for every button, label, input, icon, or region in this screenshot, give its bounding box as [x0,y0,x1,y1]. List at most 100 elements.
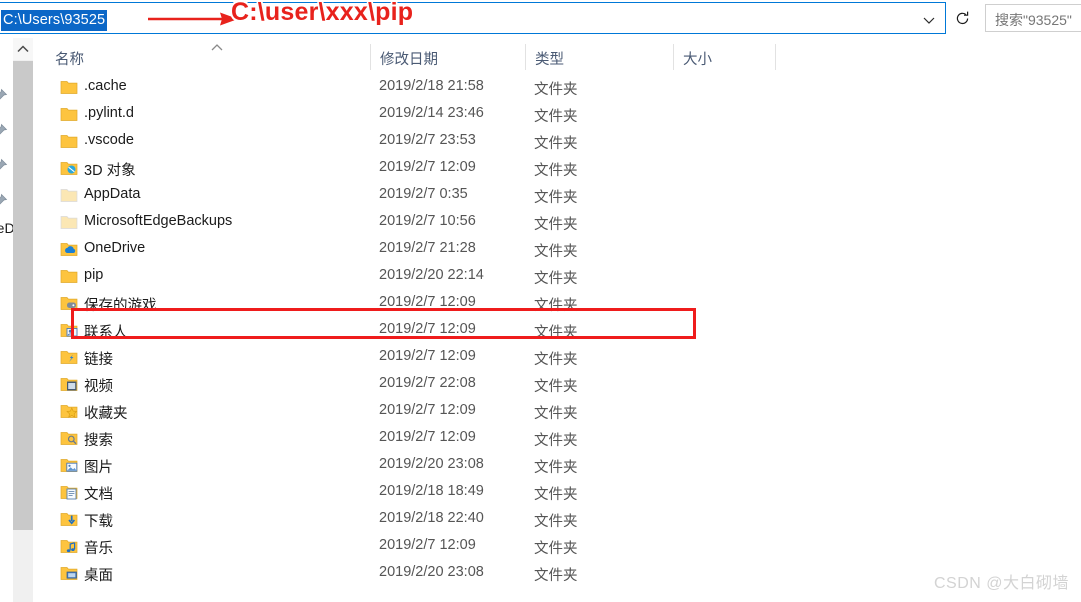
pin-icon[interactable] [0,193,8,209]
table-row[interactable]: 搜索 2019/2/7 12:09 文件夹 [34,425,1081,452]
folder-documents-icon [60,484,78,501]
file-modified-date: 2019/2/7 12:09 [379,348,476,364]
file-name[interactable]: AppData [84,186,140,202]
table-row[interactable]: 下载 2019/2/18 22:40 文件夹 [34,506,1081,533]
folder-videos-icon [60,376,78,393]
file-name[interactable]: 音乐 [84,537,113,558]
file-name[interactable]: .cache [84,78,127,94]
file-type: 文件夹 [534,541,578,557]
folder-desktop-icon [60,565,78,582]
folder-3d-objects-icon [60,160,78,177]
table-row[interactable]: 图片 2019/2/20 23:08 文件夹 [34,452,1081,479]
file-name[interactable]: 保存的游戏 [84,294,157,315]
folder-icon [60,268,78,285]
folder-icon [60,79,78,96]
sidebar-item-onedrive[interactable]: OneDrive [0,220,13,236]
table-row[interactable]: .pylint.d 2019/2/14 23:46 文件夹 [34,101,1081,128]
file-modified-date: 2019/2/7 12:09 [379,159,476,175]
table-row[interactable]: 音乐 2019/2/7 12:09 文件夹 [34,533,1081,560]
folder-saved-games-icon [60,295,78,312]
table-row[interactable]: pip 2019/2/20 22:14 文件夹 [34,263,1081,290]
folder-searches-icon [60,430,78,447]
column-header-modified[interactable]: 修改日期 [380,48,438,69]
file-name[interactable]: 搜索 [84,429,113,450]
table-row[interactable]: 3D 对象 2019/2/7 12:09 文件夹 [34,155,1081,182]
folder-favorites-icon [60,403,78,420]
table-row[interactable]: MicrosoftEdgeBackups 2019/2/7 10:56 文件夹 [34,209,1081,236]
file-type: 文件夹 [534,487,578,503]
column-divider[interactable] [370,44,371,70]
column-divider[interactable] [525,44,526,70]
table-row[interactable]: OneDrive 2019/2/7 21:28 文件夹 [34,236,1081,263]
column-divider[interactable] [775,44,776,70]
table-row[interactable]: 保存的游戏 2019/2/7 12:09 文件夹 [34,290,1081,317]
file-type: 文件夹 [534,298,578,314]
table-row[interactable]: 桌面 2019/2/20 23:08 文件夹 [34,560,1081,587]
folder-contacts-icon [60,322,78,339]
file-name[interactable]: 视频 [84,375,113,396]
chevron-up-icon[interactable] [13,38,33,60]
file-type: 文件夹 [534,190,578,206]
table-row[interactable]: .cache 2019/2/18 21:58 文件夹 [34,74,1081,101]
table-row[interactable]: 链接 2019/2/7 12:09 文件夹 [34,344,1081,371]
file-type: 文件夹 [534,271,578,287]
file-name[interactable]: MicrosoftEdgeBackups [84,213,232,229]
file-name[interactable]: 收藏夹 [84,402,128,423]
file-type: 文件夹 [534,352,578,368]
file-modified-date: 2019/2/7 23:53 [379,132,476,148]
file-modified-date: 2019/2/7 21:28 [379,240,476,256]
file-name[interactable]: 3D 对象 [84,159,136,180]
column-header-name[interactable]: 名称 [55,48,84,69]
vertical-scrollbar[interactable] [13,38,33,602]
file-type: 文件夹 [534,217,578,233]
folder-onedrive-icon [60,241,78,258]
file-modified-date: 2019/2/7 12:09 [379,402,476,418]
file-name[interactable]: 文档 [84,483,113,504]
file-type: 文件夹 [534,82,578,98]
file-name[interactable]: 下载 [84,510,113,531]
column-header-type[interactable]: 类型 [535,48,564,69]
column-header-size[interactable]: 大小 [683,48,712,69]
file-type: 文件夹 [534,244,578,260]
folder-hidden-icon [60,214,78,231]
file-name[interactable]: OneDrive [84,240,145,256]
refresh-icon[interactable] [947,2,977,34]
search-input[interactable]: 搜索"93525" [985,4,1081,32]
file-type: 文件夹 [534,514,578,530]
folder-hidden-icon [60,187,78,204]
address-bar[interactable]: C:\Users\93525 [0,2,946,34]
file-type: 文件夹 [534,460,578,476]
file-modified-date: 2019/2/20 22:14 [379,267,484,283]
file-name[interactable]: pip [84,267,103,283]
file-modified-date: 2019/2/14 23:46 [379,105,484,121]
file-type: 文件夹 [534,325,578,341]
column-divider[interactable] [673,44,674,70]
pin-icon[interactable] [0,158,8,174]
file-name[interactable]: 联系人 [84,321,128,342]
file-type: 文件夹 [534,568,578,584]
file-name[interactable]: 链接 [84,348,113,369]
table-row[interactable]: .vscode 2019/2/7 23:53 文件夹 [34,128,1081,155]
file-modified-date: 2019/2/7 12:09 [379,537,476,553]
pin-icon[interactable] [0,123,8,139]
pin-icon[interactable] [0,88,8,104]
scrollbar-thumb[interactable] [13,61,33,530]
table-row[interactable]: 文档 2019/2/18 18:49 文件夹 [34,479,1081,506]
file-type: 文件夹 [534,136,578,152]
file-name[interactable]: .pylint.d [84,105,134,121]
file-modified-date: 2019/2/20 23:08 [379,456,484,472]
file-list[interactable]: .cache 2019/2/18 21:58 文件夹 .pylint.d 2019/2/… [34,74,1081,602]
file-type: 文件夹 [534,433,578,449]
sort-ascending-icon [210,39,224,51]
file-name[interactable]: 桌面 [84,564,113,585]
file-name[interactable]: .vscode [84,132,134,148]
table-row[interactable]: 视频 2019/2/7 22:08 文件夹 [34,371,1081,398]
file-name[interactable]: 图片 [84,456,113,477]
file-modified-date: 2019/2/20 23:08 [379,564,484,580]
address-path-text[interactable]: C:\Users\93525 [1,10,108,31]
table-row[interactable]: 联系人 2019/2/7 12:09 文件夹 [34,317,1081,344]
table-row[interactable]: 收藏夹 2019/2/7 12:09 文件夹 [34,398,1081,425]
table-row[interactable]: AppData 2019/2/7 0:35 文件夹 [34,182,1081,209]
chevron-down-icon[interactable] [921,12,937,28]
file-modified-date: 2019/2/7 12:09 [379,429,476,445]
